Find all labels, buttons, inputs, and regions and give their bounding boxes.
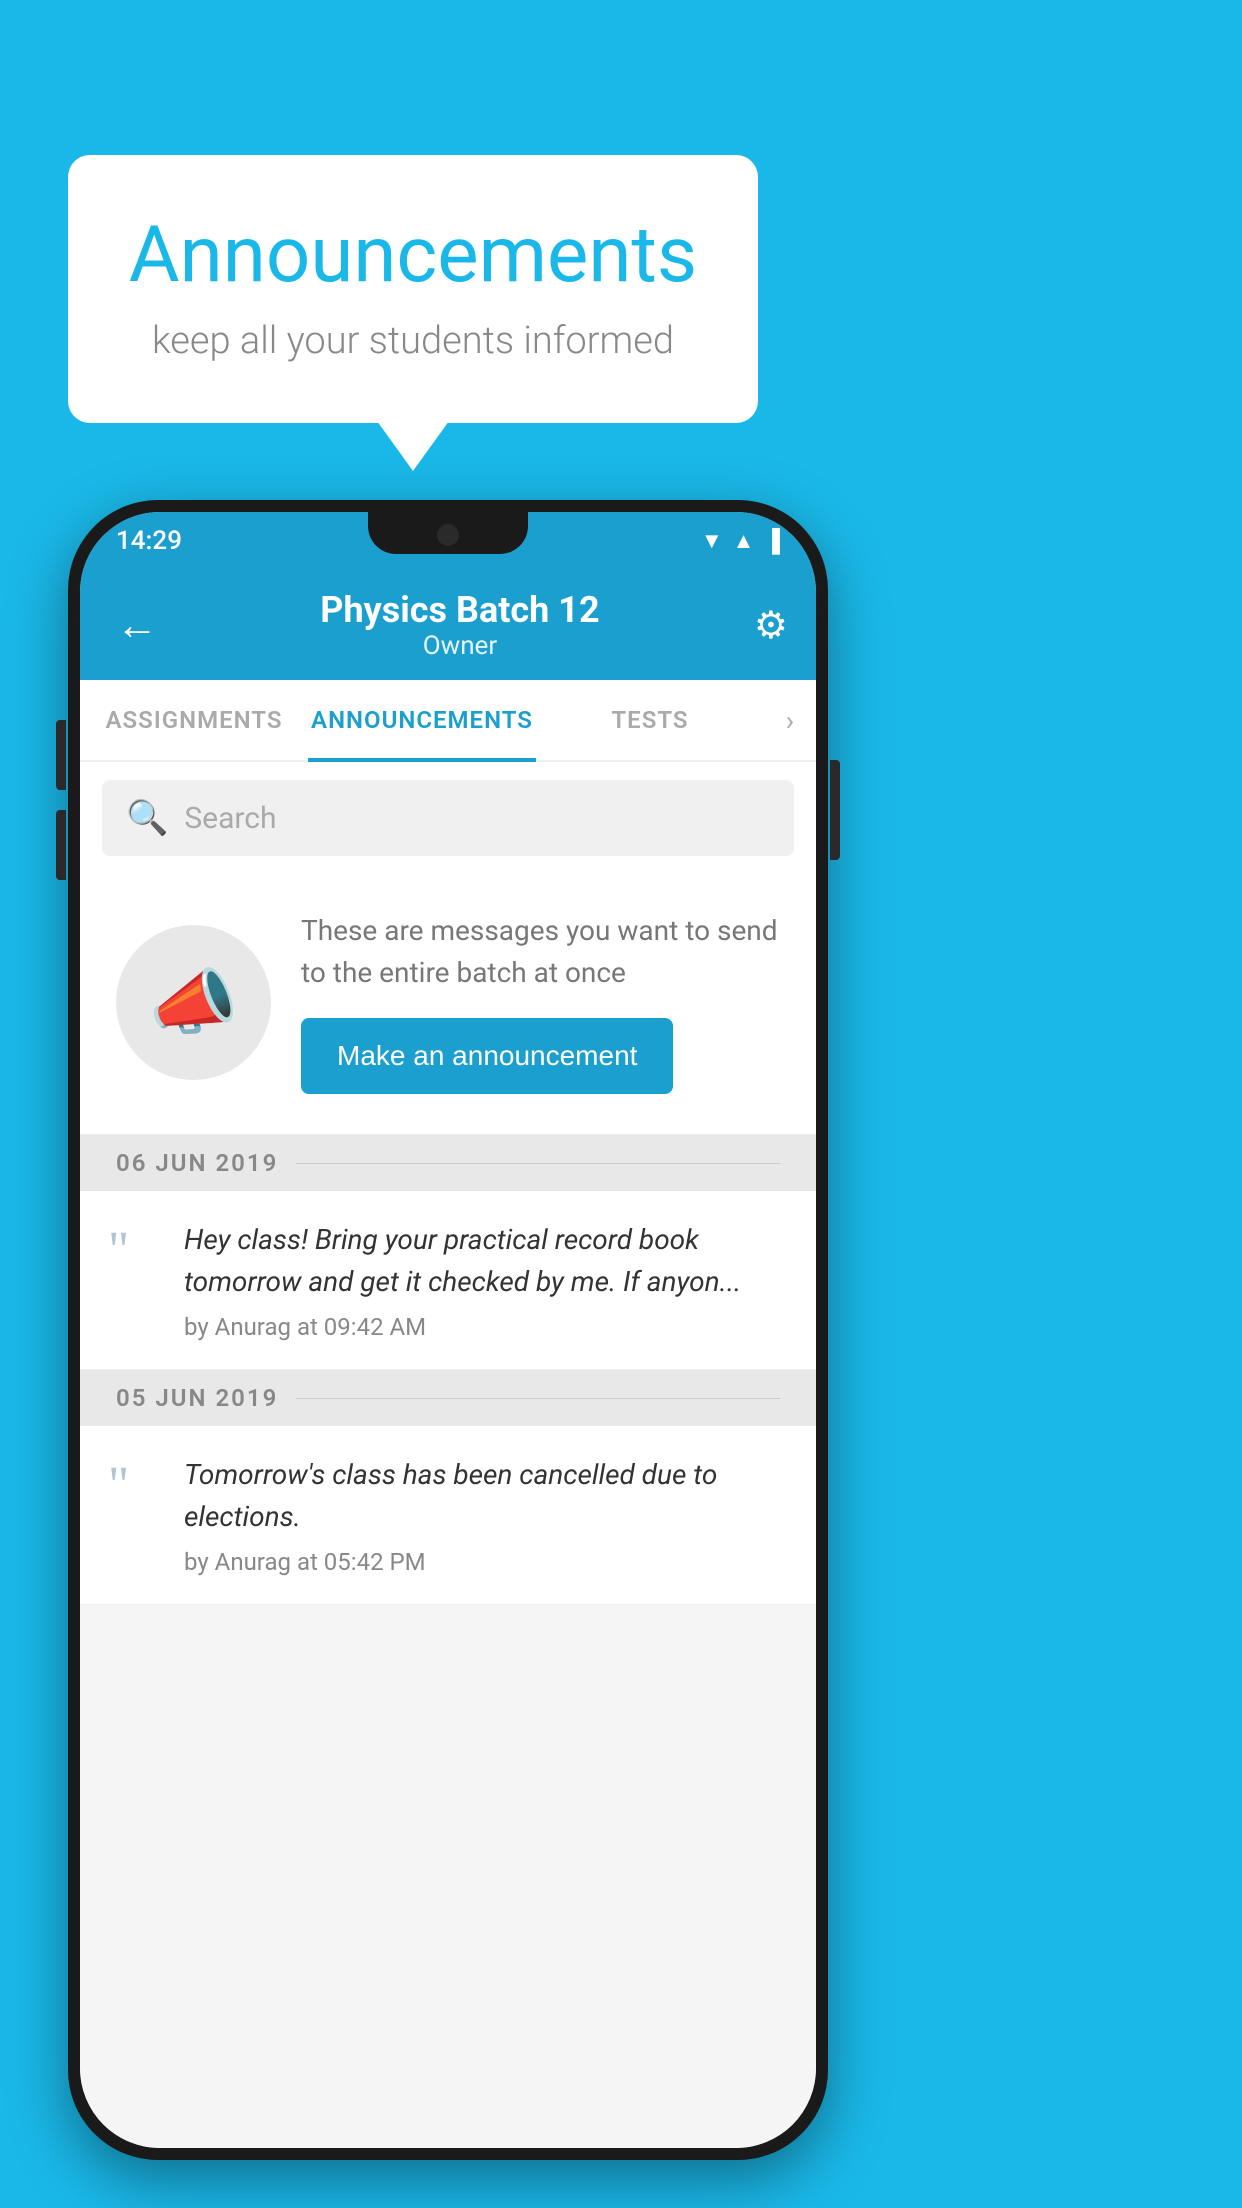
announcement-item-1: " Hey class! Bring your practical record… <box>80 1191 816 1370</box>
announcement-text-1: Hey class! Bring your practical record b… <box>184 1219 788 1303</box>
wifi-icon: ▼ <box>701 528 723 554</box>
speech-bubble-subtitle: keep all your students informed <box>128 319 698 363</box>
volume-down-button <box>56 810 66 880</box>
announcement-text-2: Tomorrow's class has been cancelled due … <box>184 1454 788 1538</box>
tabs-bar: ASSIGNMENTS ANNOUNCEMENTS TESTS › <box>80 680 816 762</box>
search-container: 🔍 Search <box>80 762 816 874</box>
announcement-author-2: by Anurag at 05:42 PM <box>184 1548 788 1576</box>
announcement-content-2: Tomorrow's class has been cancelled due … <box>184 1454 788 1576</box>
signal-icon: ▲ <box>733 528 755 554</box>
screen-content: 🔍 Search 📣 These are messages you want t… <box>80 762 816 2148</box>
quote-icon-1: " <box>108 1225 160 1277</box>
tabs-more-icon[interactable]: › <box>764 680 816 760</box>
date-label-1: 06 JUN 2019 <box>116 1149 278 1177</box>
status-time: 14:29 <box>116 526 182 556</box>
status-icons: ▼ ▲ ▐ <box>701 528 780 554</box>
speech-bubble: Announcements keep all your students inf… <box>68 155 758 423</box>
power-button <box>830 760 840 860</box>
phone-outer-shell: 14:29 ▼ ▲ ▐ ← Physics Batch 12 Owner ⚙ <box>68 500 828 2160</box>
tab-assignments[interactable]: ASSIGNMENTS <box>80 680 308 760</box>
app-bar-title-container: Physics Batch 12 Owner <box>166 589 754 661</box>
tab-announcements[interactable]: ANNOUNCEMENTS <box>308 680 536 760</box>
announcement-author-1: by Anurag at 09:42 AM <box>184 1313 788 1341</box>
volume-up-button <box>56 720 66 790</box>
promo-content: These are messages you want to send to t… <box>301 910 780 1094</box>
front-camera <box>437 524 459 546</box>
announcement-content-1: Hey class! Bring your practical record b… <box>184 1219 788 1341</box>
promo-card: 📣 These are messages you want to send to… <box>80 874 816 1135</box>
tab-tests[interactable]: TESTS <box>536 680 764 760</box>
app-bar-title: Physics Batch 12 <box>166 589 754 631</box>
app-bar: ← Physics Batch 12 Owner ⚙ <box>80 570 816 680</box>
phone-screen: 14:29 ▼ ▲ ▐ ← Physics Batch 12 Owner ⚙ <box>80 512 816 2148</box>
search-bar[interactable]: 🔍 Search <box>102 780 794 856</box>
megaphone-icon: 📣 <box>149 960 239 1045</box>
search-icon: 🔍 <box>126 798 168 838</box>
phone-notch <box>368 512 528 554</box>
quote-icon-2: " <box>108 1460 160 1512</box>
speech-bubble-title: Announcements <box>128 210 698 301</box>
settings-icon[interactable]: ⚙ <box>754 603 788 648</box>
make-announcement-button[interactable]: Make an announcement <box>301 1018 673 1094</box>
speech-bubble-container: Announcements keep all your students inf… <box>68 155 758 423</box>
app-bar-subtitle: Owner <box>166 631 754 661</box>
promo-description: These are messages you want to send to t… <box>301 910 780 994</box>
announcement-item-2: " Tomorrow's class has been cancelled du… <box>80 1426 816 1605</box>
date-sep-line-1 <box>296 1163 780 1164</box>
search-input[interactable]: Search <box>184 801 276 836</box>
battery-icon: ▐ <box>764 528 780 554</box>
promo-icon-circle: 📣 <box>116 925 271 1080</box>
date-separator-1: 06 JUN 2019 <box>80 1135 816 1191</box>
phone-device: 14:29 ▼ ▲ ▐ ← Physics Batch 12 Owner ⚙ <box>68 500 828 2160</box>
back-button[interactable]: ← <box>108 593 166 658</box>
date-separator-2: 05 JUN 2019 <box>80 1370 816 1426</box>
date-sep-line-2 <box>296 1398 780 1399</box>
date-label-2: 05 JUN 2019 <box>116 1384 278 1412</box>
